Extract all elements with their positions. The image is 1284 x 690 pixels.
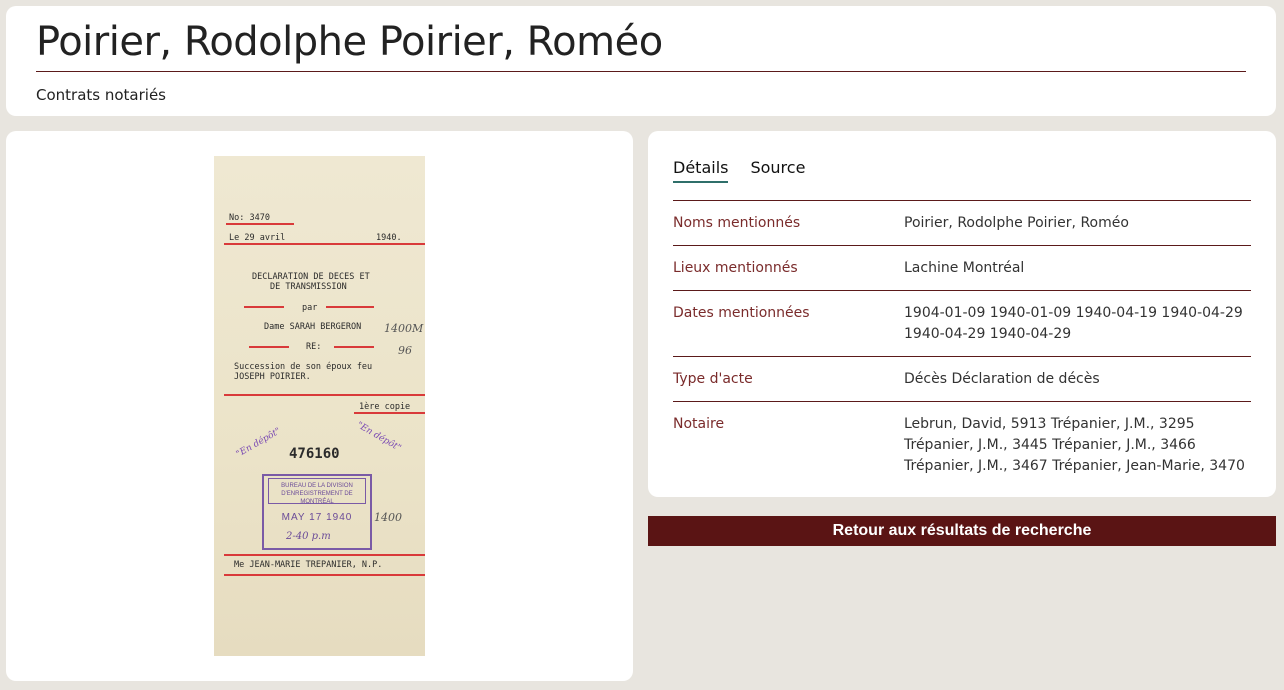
detail-value: Poirier, Rodolphe Poirier, Roméo: [904, 215, 1129, 231]
doc-heading-2: DE TRANSMISSION: [270, 282, 347, 292]
detail-row-type: Type d'acte Décès Déclaration de décès: [673, 357, 1251, 402]
red-rule: [224, 394, 425, 396]
doc-subject-2: JOSEPH POIRIER.: [234, 372, 311, 382]
stamp-date: MAY 17 1940: [281, 512, 353, 523]
doc-heading-1: DECLARATION DE DECES ET: [252, 272, 370, 282]
stamp-time: 2-40 p.m: [286, 531, 331, 542]
red-rule: [334, 346, 374, 348]
red-rule: [224, 243, 425, 245]
tab-source[interactable]: Source: [750, 158, 805, 183]
red-rule: [354, 412, 425, 414]
back-to-results-button[interactable]: Retour aux résultats de recherche: [648, 516, 1276, 546]
red-rule: [326, 306, 374, 308]
tab-details[interactable]: Détails: [673, 158, 729, 183]
doc-number: 476160: [289, 446, 340, 462]
detail-row-names: Noms mentionnés Poirier, Rodolphe Poirie…: [673, 201, 1251, 246]
details-card: Détails Source Noms mentionnés Poirier, …: [648, 131, 1276, 497]
detail-label: Dates mentionnées: [673, 305, 810, 321]
detail-value: Décès Déclaration de décès: [904, 371, 1100, 387]
detail-row-notary: Notaire Lebrun, David, 5913 Trépanier, J…: [673, 402, 1251, 488]
doc-re: RE:: [306, 342, 322, 352]
doc-stamp-text: "En dépôt": [354, 420, 403, 454]
header-card: Poirier, Rodolphe Poirier, Roméo Contrat…: [6, 6, 1276, 116]
red-rule: [224, 554, 425, 556]
doc-date-left: Le 29 avril: [229, 233, 286, 243]
doc-subject-1: Succession de son époux feu: [234, 362, 373, 372]
detail-label: Notaire: [673, 416, 725, 432]
doc-stamp-text: "En dépôt": [234, 426, 283, 460]
image-card: No: 3470 Le 29 avril 1940. DECLARATION D…: [6, 131, 633, 681]
details-table: Noms mentionnés Poirier, Rodolphe Poirie…: [673, 201, 1251, 488]
doc-handwriting: 1400: [374, 511, 402, 524]
detail-value: Lachine Montréal: [904, 260, 1025, 276]
collection-name: Contrats notariés: [36, 86, 166, 104]
stamp-office: BUREAU DE LA DIVISION D'ENREGISTREMENT D…: [268, 478, 366, 505]
doc-copie: 1ère copie: [359, 402, 411, 412]
detail-row-dates: Dates mentionnées 1904-01-09 1940-01-09 …: [673, 291, 1251, 357]
detail-label: Type d'acte: [673, 371, 753, 387]
doc-handwriting: 1400M: [384, 322, 424, 335]
doc-par: par: [302, 303, 318, 313]
red-rule: [244, 306, 284, 308]
document-scan[interactable]: No: 3470 Le 29 avril 1940. DECLARATION D…: [214, 156, 425, 656]
registration-stamp: BUREAU DE LA DIVISION D'ENREGISTREMENT D…: [262, 474, 372, 550]
detail-value: Lebrun, David, 5913 Trépanier, J.M., 329…: [904, 416, 1245, 474]
red-rule: [226, 223, 294, 225]
page-title: Poirier, Rodolphe Poirier, Roméo: [36, 19, 663, 65]
tab-bar: Détails Source: [673, 158, 805, 183]
doc-party: Dame SARAH BERGERON: [264, 322, 362, 332]
doc-date-right: 1940.: [376, 233, 402, 243]
detail-label: Lieux mentionnés: [673, 260, 798, 276]
detail-row-places: Lieux mentionnés Lachine Montréal: [673, 246, 1251, 291]
detail-value: 1904-01-09 1940-01-09 1940-04-19 1940-04…: [904, 305, 1243, 342]
red-rule: [224, 574, 425, 576]
detail-label: Noms mentionnés: [673, 215, 801, 231]
red-rule: [249, 346, 289, 348]
doc-handwriting: 96: [398, 344, 412, 357]
doc-notary-line: Me JEAN-MARIE TREPANIER, N.P.: [234, 560, 383, 570]
doc-number-line: No: 3470: [229, 213, 270, 223]
title-divider: [36, 71, 1246, 72]
